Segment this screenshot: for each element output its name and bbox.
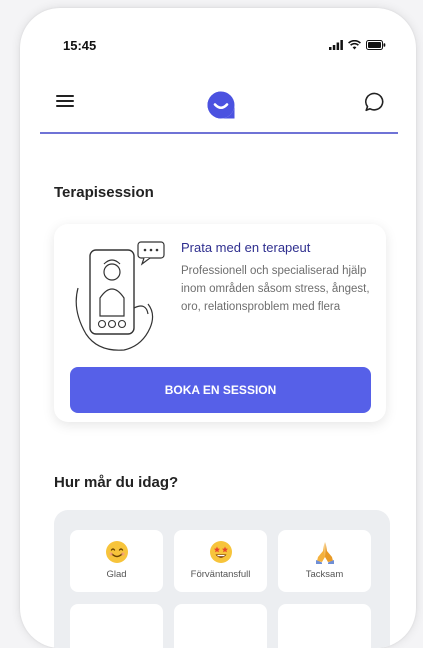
app-header <box>20 78 416 128</box>
mood-option-row2-1[interactable] <box>70 604 163 648</box>
status-bar: 15:45 <box>20 8 416 78</box>
status-time: 15:45 <box>63 38 97 53</box>
wifi-icon <box>348 40 361 50</box>
mood-option-tacksam[interactable]: Tacksam <box>278 530 371 592</box>
mood-section-title: Hur mår du idag? <box>54 474 179 491</box>
battery-icon <box>366 40 386 50</box>
header-divider <box>40 132 398 134</box>
cellular-signal-icon <box>329 40 343 50</box>
app-logo-icon <box>207 91 235 119</box>
phone-frame: 15:45 Terapisession Prata med en terapeu… <box>20 8 416 648</box>
card-title: Prata med en terapeut <box>181 240 311 255</box>
smiling-face-icon <box>105 541 128 563</box>
mood-label: Glad <box>106 569 127 580</box>
chat-bubble-icon[interactable] <box>364 91 386 113</box>
mood-label: Tacksam <box>305 569 344 580</box>
therapy-card: Prata med en terapeut Professionell och … <box>54 224 386 422</box>
mood-option-row2-2[interactable] <box>174 604 267 648</box>
card-description: Professionell och specialiserad hjälp in… <box>181 265 370 313</box>
therapist-video-call-illustration <box>75 241 165 351</box>
hamburger-menu-icon[interactable] <box>56 94 74 108</box>
mood-panel: Glad Förväntansfull Tacksam <box>54 510 390 648</box>
status-icons <box>329 40 386 50</box>
mood-option-forvantansfull[interactable]: Förväntansfull <box>174 530 267 592</box>
praying-hands-icon <box>315 542 334 564</box>
mood-option-row2-3[interactable] <box>278 604 371 648</box>
mood-label: Förväntansfull <box>190 569 251 580</box>
star-struck-face-icon <box>209 541 232 563</box>
book-session-button[interactable]: BOKA EN SESSION <box>70 367 371 413</box>
mood-option-glad[interactable]: Glad <box>70 530 163 592</box>
therapy-section-title: Terapisession <box>54 184 154 201</box>
